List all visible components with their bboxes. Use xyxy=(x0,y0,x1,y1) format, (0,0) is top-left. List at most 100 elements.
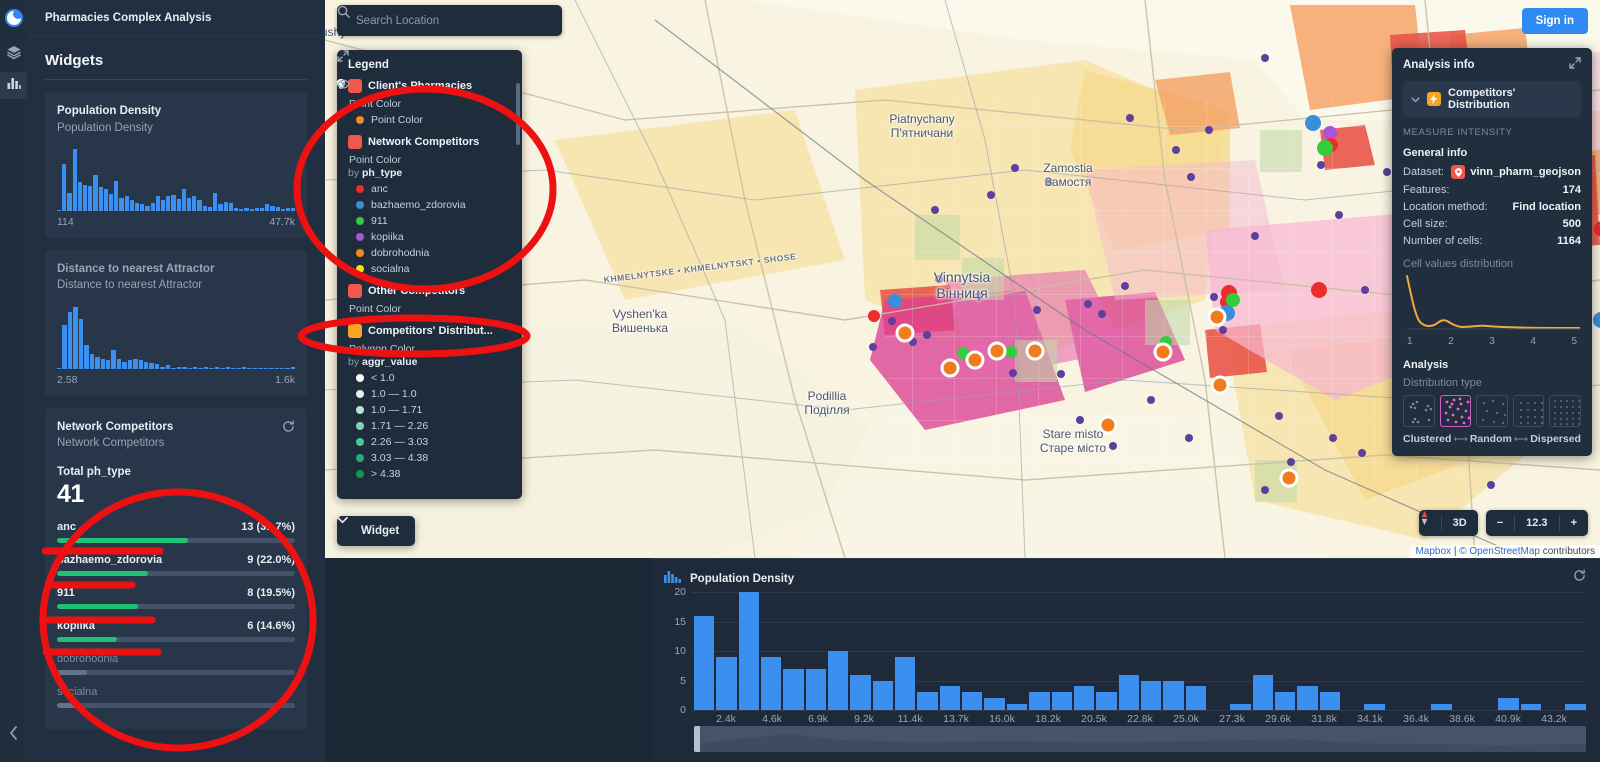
legend-item[interactable]: Point Color xyxy=(348,114,511,126)
chart-bar[interactable] xyxy=(1297,686,1317,710)
histogram-bar xyxy=(73,307,77,369)
collapse-diagonal-icon[interactable] xyxy=(1569,57,1581,72)
refresh-icon[interactable] xyxy=(282,420,295,435)
chart-bar[interactable] xyxy=(895,657,915,710)
chart-bar[interactable] xyxy=(1141,681,1161,711)
distribution-type-mid[interactable] xyxy=(1476,395,1508,427)
legend-item[interactable]: bazhaemo_zdorovia xyxy=(348,199,511,211)
chart-bar[interactable] xyxy=(940,686,960,710)
legend-group[interactable]: Other Competitors Point Color xyxy=(348,284,511,315)
legend-scrollbar[interactable] xyxy=(516,83,520,145)
chart-bar[interactable] xyxy=(1096,692,1116,710)
competitor-row[interactable]: socialna xyxy=(57,686,295,708)
widget-card-population-density[interactable]: Population Density Population Density 11… xyxy=(45,92,307,238)
analysis-layer-selector[interactable]: Competitors' Distribution xyxy=(1403,81,1581,117)
chart-bar[interactable] xyxy=(1163,681,1183,711)
chart-bar[interactable] xyxy=(1074,686,1094,710)
chart-bar[interactable] xyxy=(1119,675,1139,710)
chart-bars[interactable] xyxy=(694,592,1586,710)
competitor-row[interactable]: 911 8 (19.5%) xyxy=(57,587,295,609)
chart-bar[interactable] xyxy=(962,692,982,710)
chart-bar[interactable] xyxy=(1253,675,1273,710)
distribution-type-clustered[interactable] xyxy=(1403,395,1435,427)
chart-bar[interactable] xyxy=(739,592,759,710)
legend-item[interactable]: 1.0 — 1.71 xyxy=(348,404,511,416)
legend-item[interactable]: 1.71 — 2.26 xyxy=(348,420,511,432)
chart-bar[interactable] xyxy=(1498,698,1518,710)
legend-item[interactable]: socialna xyxy=(348,263,511,275)
chart-bar[interactable] xyxy=(716,657,736,710)
sign-in-button[interactable]: Sign in xyxy=(1522,8,1588,34)
competitor-row[interactable]: bazhaemo_zdorovia 9 (22.0%) xyxy=(57,554,295,576)
mapbox-link[interactable]: Mapbox xyxy=(1415,546,1451,557)
sidebar-item-charts[interactable] xyxy=(0,72,27,99)
chart-bar[interactable] xyxy=(1052,692,1072,710)
distribution-type-dispersed[interactable] xyxy=(1549,395,1581,427)
legend-item[interactable]: 3.03 — 4.38 xyxy=(348,452,511,464)
chart-bar[interactable] xyxy=(1521,704,1541,710)
collapse-sidebar-button[interactable] xyxy=(0,722,27,744)
legend-group[interactable]: Competitors' Distribut... Polygon Color … xyxy=(348,324,511,480)
legend-group-header[interactable]: Network Competitors xyxy=(348,135,511,149)
chart-bar[interactable] xyxy=(1431,704,1451,710)
legend-item[interactable]: dobrohodnia xyxy=(348,247,511,259)
chart-bar[interactable] xyxy=(917,692,937,710)
legend-group-header[interactable]: Client's Pharmacies xyxy=(348,79,511,93)
distribution-type-random[interactable] xyxy=(1440,395,1472,427)
chevron-down-icon[interactable] xyxy=(1411,90,1420,108)
toggle-3d-button[interactable]: 3D xyxy=(1442,510,1478,536)
chart-bar[interactable] xyxy=(1320,692,1340,710)
widget-card-network-competitors[interactable]: Network Competitors Network Competitors … xyxy=(45,408,307,730)
distribution-type-even[interactable] xyxy=(1513,395,1545,427)
competitor-row[interactable]: dobrohodnia xyxy=(57,653,295,675)
legend-item[interactable]: 911 xyxy=(348,215,511,227)
chart-bar[interactable] xyxy=(1565,704,1585,710)
search-input[interactable] xyxy=(356,15,552,27)
competitor-row[interactable]: anc 13 (31.7%) xyxy=(57,521,295,543)
chart-bar[interactable] xyxy=(1364,704,1384,710)
zoom-in-button[interactable]: + xyxy=(1560,510,1588,536)
chart-bar[interactable] xyxy=(850,675,870,710)
chart-bar[interactable] xyxy=(694,616,714,710)
chart-bar[interactable] xyxy=(1007,704,1027,710)
openstreetmap-link[interactable]: © OpenStreetMap xyxy=(1459,546,1540,557)
chart-bar[interactable] xyxy=(1275,692,1295,710)
app-logo-icon[interactable] xyxy=(0,4,27,31)
x-axis-tick: 4.6k xyxy=(762,713,782,725)
competitor-row-top: anc 13 (31.7%) xyxy=(57,521,295,533)
scrollbar-handle[interactable] xyxy=(694,726,700,752)
zoom-out-button[interactable]: − xyxy=(1486,510,1514,536)
histogram-bar xyxy=(239,209,243,211)
legend-item[interactable]: 2.26 — 3.03 xyxy=(348,436,511,448)
histogram-bar xyxy=(155,364,159,368)
legend-item[interactable]: < 1.0 xyxy=(348,372,511,384)
legend-group[interactable]: Client's Pharmacies Point Color Point Co… xyxy=(348,79,511,126)
refresh-icon[interactable] xyxy=(1573,569,1586,585)
chart-bar[interactable] xyxy=(1029,692,1049,710)
map-controls: 3D − 12.3 + xyxy=(1419,510,1588,536)
chart-horizontal-scrollbar[interactable] xyxy=(694,726,1586,752)
chart-bar[interactable] xyxy=(984,698,1004,710)
chart-bar[interactable] xyxy=(873,681,893,711)
chart-bar[interactable] xyxy=(783,669,803,710)
widget-card-distance-to-nearest-attractor[interactable]: Distance to nearest Attractor Distance t… xyxy=(45,250,307,396)
legend-color-swatch xyxy=(356,406,364,414)
legend-group-header[interactable]: Other Competitors xyxy=(348,284,511,298)
widget-toggle-button[interactable]: Widget xyxy=(337,516,415,546)
chart-bar[interactable] xyxy=(806,669,826,710)
legend-item[interactable]: 1.0 — 1.0 xyxy=(348,388,511,400)
compass-icon[interactable] xyxy=(1419,510,1441,536)
legend-group-header[interactable]: Competitors' Distribut... xyxy=(348,324,511,338)
search-location-box[interactable] xyxy=(337,5,562,36)
competitor-row[interactable]: kopiika 6 (14.6%) xyxy=(57,620,295,642)
widget-title: Network Competitors xyxy=(57,420,295,436)
chart-bar[interactable] xyxy=(761,657,781,710)
legend-item[interactable]: kopiika xyxy=(348,231,511,243)
chart-bar[interactable] xyxy=(1186,686,1206,710)
legend-group[interactable]: Network Competitors Point Color by ph_ty… xyxy=(348,135,511,275)
chart-bar[interactable] xyxy=(828,651,848,710)
sidebar-item-layers[interactable] xyxy=(0,41,27,68)
legend-item[interactable]: > 4.38 xyxy=(348,468,511,480)
legend-item[interactable]: anc xyxy=(348,183,511,195)
chart-bar[interactable] xyxy=(1230,704,1250,710)
